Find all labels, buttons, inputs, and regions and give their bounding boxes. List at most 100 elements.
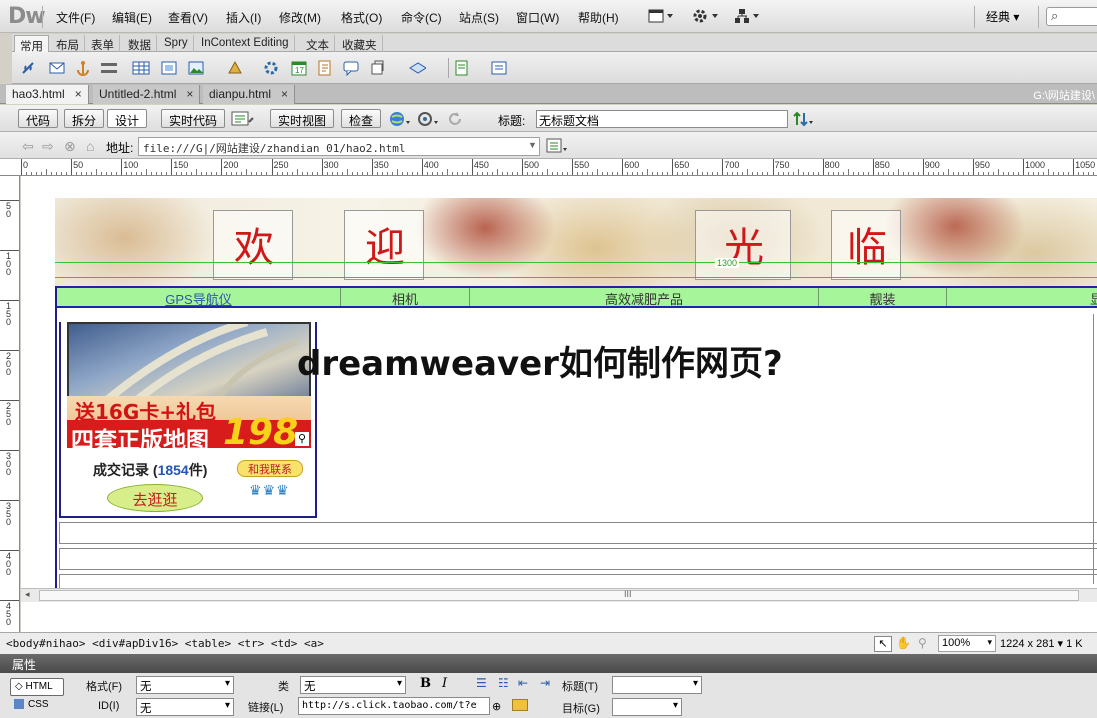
date-icon[interactable]: 17: [290, 60, 308, 76]
gear-icon[interactable]: [692, 8, 722, 27]
pointer-tool-icon[interactable]: ↖: [874, 636, 892, 652]
hand-tool-icon[interactable]: ✋: [896, 636, 911, 650]
browse-options-icon[interactable]: [546, 137, 570, 155]
go-shopping-button[interactable]: 去逛逛: [107, 484, 203, 512]
properties-header[interactable]: 属性: [0, 654, 1097, 673]
visual-aids-icon[interactable]: [416, 110, 440, 128]
tab-forms[interactable]: 表单: [86, 35, 120, 52]
menu-insert[interactable]: 插入(I): [226, 9, 261, 26]
css-mode-button[interactable]: CSS: [14, 699, 49, 710]
email-link-icon[interactable]: [48, 60, 66, 76]
close-icon[interactable]: ×: [186, 87, 193, 101]
site-manager-icon[interactable]: [734, 8, 762, 27]
tab-common[interactable]: 常用: [14, 35, 49, 53]
nav-link-gps[interactable]: GPS导航仪: [165, 292, 231, 307]
link-input[interactable]: http://s.click.taobao.com/t?e: [298, 697, 490, 715]
doc-tab-hao3[interactable]: hao3.html ×: [6, 85, 89, 104]
format-select[interactable]: 无: [136, 676, 234, 694]
design-view-button[interactable]: 设计: [107, 109, 148, 128]
hyperlink-icon[interactable]: [20, 60, 38, 76]
doc-tab-untitled-2[interactable]: Untitled-2.html ×: [93, 85, 201, 104]
script-icon[interactable]: [408, 60, 426, 76]
menu-edit[interactable]: 编辑(E): [112, 9, 152, 26]
layout-icon[interactable]: [648, 9, 674, 26]
nav-cell[interactable]: 高效减肥产品: [470, 288, 819, 307]
zoom-select[interactable]: 100% ▾: [938, 635, 996, 652]
widget-gear-icon[interactable]: [262, 60, 280, 76]
tag-selector[interactable]: <body#nihao> <div#apDiv16> <table> <tr> …: [6, 637, 324, 650]
tab-favorites[interactable]: 收藏夹: [337, 35, 383, 52]
nav-cell[interactable]: 显: [947, 288, 1097, 307]
table-row[interactable]: [59, 522, 1097, 544]
refresh-icon[interactable]: [446, 110, 464, 128]
live-code-button[interactable]: 实时代码: [161, 109, 226, 128]
tab-data[interactable]: 数据: [123, 35, 157, 52]
tab-layout[interactable]: 布局: [51, 35, 85, 52]
split-view-button[interactable]: 拆分: [64, 109, 105, 128]
chevron-down-icon[interactable]: ▼: [528, 140, 537, 150]
ordered-list-icon[interactable]: ☷: [498, 676, 509, 690]
bold-button[interactable]: B: [420, 676, 431, 691]
scrollbar-thumb[interactable]: III: [39, 589, 1079, 601]
class-select[interactable]: 无: [300, 676, 406, 694]
italic-button[interactable]: I: [442, 676, 447, 691]
close-icon[interactable]: ×: [281, 87, 288, 101]
nav-cell[interactable]: GPS导航仪: [57, 288, 341, 307]
menu-modify[interactable]: 修改(M): [279, 9, 321, 26]
table-row[interactable]: [59, 548, 1097, 570]
file-management-icon[interactable]: [792, 110, 814, 128]
heading-input[interactable]: [612, 676, 702, 694]
nav-cell[interactable]: 相机: [341, 288, 470, 307]
tag-chooser-icon[interactable]: [490, 60, 508, 76]
scroll-left-arrow[interactable]: ◂: [25, 589, 30, 600]
image-icon[interactable]: [188, 60, 206, 76]
outdent-icon[interactable]: ⇤: [518, 676, 528, 690]
head-content-icon[interactable]: [370, 60, 388, 76]
horizontal-rule-icon[interactable]: [100, 60, 118, 76]
workspace-switcher[interactable]: 经典 ▾: [986, 8, 1019, 25]
menu-file[interactable]: 文件(F): [56, 9, 95, 26]
insert-div-icon[interactable]: [160, 60, 178, 76]
close-icon[interactable]: ×: [75, 87, 82, 101]
back-icon[interactable]: ⇦: [22, 138, 34, 155]
menu-site[interactable]: 站点(S): [459, 9, 499, 26]
horizontal-scrollbar[interactable]: ◂ III: [21, 588, 1097, 602]
server-include-icon[interactable]: [316, 60, 334, 76]
comment-icon[interactable]: [342, 60, 360, 76]
help-search-input[interactable]: ⌕: [1046, 7, 1097, 26]
inspect-button[interactable]: 检查: [341, 109, 382, 128]
window-size[interactable]: 1224 x 281 ▾ 1 K: [1000, 637, 1083, 650]
menu-window[interactable]: 窗口(W): [516, 9, 559, 26]
tab-incontext-editing[interactable]: InContext Editing: [196, 35, 295, 52]
menu-commands[interactable]: 命令(C): [401, 9, 442, 26]
forward-icon[interactable]: ⇨: [42, 138, 54, 155]
indent-icon[interactable]: ⇥: [540, 676, 550, 690]
tab-text[interactable]: 文本: [301, 35, 335, 52]
table-icon[interactable]: [132, 60, 150, 76]
menu-format[interactable]: 格式(O): [341, 9, 382, 26]
product-ad[interactable]: 送16G卡+礼包 四套正版地图 198 ⚲ 成交记录 (1854件) 和我联系 …: [59, 322, 317, 518]
home-icon[interactable]: ⌂: [86, 138, 94, 154]
zoom-tool-icon[interactable]: ⚲: [918, 636, 927, 650]
design-canvas[interactable]: 欢 迎 光 临 1300 GPS导航仪 相机 高效减肥产品 靓装 显 送16G卡…: [21, 176, 1097, 590]
templates-icon[interactable]: [454, 60, 472, 76]
browser-preview-icon[interactable]: [388, 110, 412, 128]
tab-spry[interactable]: Spry: [159, 35, 194, 52]
doc-tab-dianpu[interactable]: dianpu.html ×: [203, 85, 296, 104]
menu-help[interactable]: 帮助(H): [578, 9, 619, 26]
point-to-file-icon[interactable]: ⊕: [492, 700, 501, 713]
code-view-button[interactable]: 代码: [18, 109, 59, 128]
id-select[interactable]: 无: [136, 698, 234, 716]
live-view-button[interactable]: 实时视图: [270, 109, 335, 128]
folder-icon[interactable]: [512, 699, 528, 711]
stop-icon[interactable]: ⊗: [64, 138, 76, 155]
named-anchor-icon[interactable]: [74, 60, 92, 76]
nav-cell[interactable]: 靓装: [819, 288, 947, 307]
contact-seller-button[interactable]: 和我联系: [237, 460, 303, 477]
menu-view[interactable]: 查看(V): [168, 9, 208, 26]
target-select[interactable]: [612, 698, 682, 716]
html-mode-button[interactable]: ◇ HTML: [10, 678, 64, 696]
inspect-code-icon[interactable]: [231, 110, 255, 128]
media-icon[interactable]: [226, 60, 244, 76]
address-input[interactable]: file:///G|/网站建设/zhandian 01/hao2.html: [138, 137, 540, 156]
